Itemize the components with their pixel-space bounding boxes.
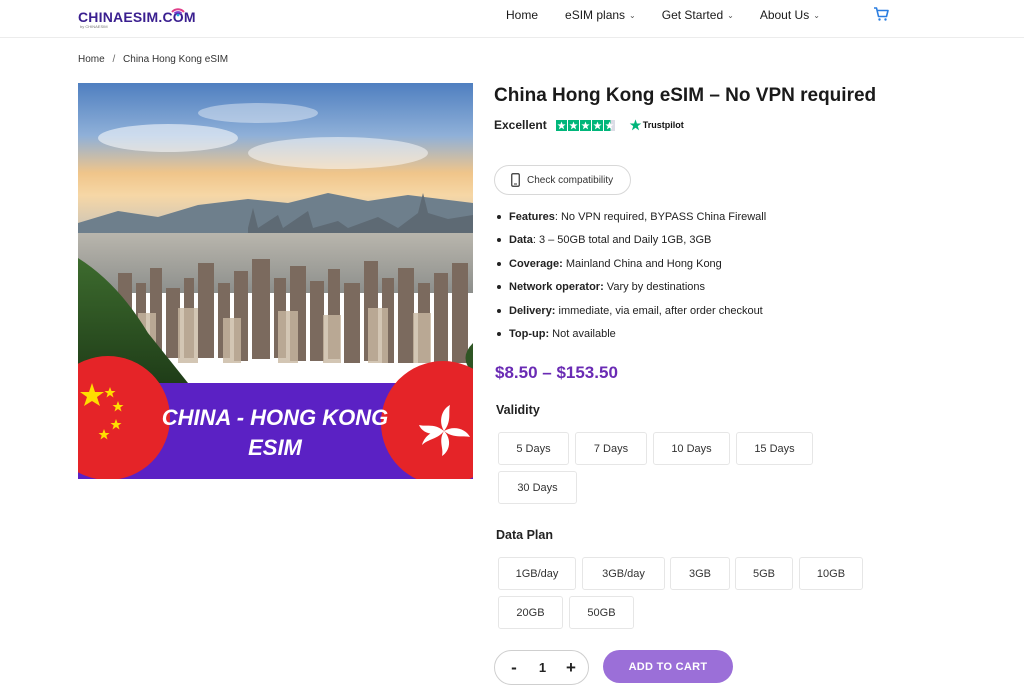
breadcrumb-separator: / <box>112 54 116 65</box>
nav-about-us[interactable]: About Us ⌄ <box>760 8 820 22</box>
cart-icon[interactable] <box>873 6 890 22</box>
breadcrumb: Home / China Hong Kong eSIM <box>78 54 228 65</box>
check-compatibility-button[interactable]: Check compatibility <box>494 165 631 195</box>
feature-value: immediate, via email, after order checko… <box>555 304 763 317</box>
trustpilot-logo: Trustpilot <box>629 119 684 131</box>
list-item: Features: No VPN required, BYPASS China … <box>496 209 876 232</box>
site-header: CHINAESIM.COM by CHINAESIM Home eSIM pla… <box>0 0 1024 38</box>
banner-line-1: CHINA - HONG KONG <box>162 405 389 430</box>
feature-value: Not available <box>549 327 616 340</box>
nav-esim-plans-label: eSIM plans <box>565 8 626 22</box>
nav-get-started[interactable]: Get Started ⌄ <box>662 8 734 22</box>
data-plan-label: Data Plan <box>496 528 553 542</box>
data-plan-option-20gb[interactable]: 20GB <box>498 596 563 629</box>
data-plan-option-5gb[interactable]: 5GB <box>735 557 793 590</box>
quantity-stepper: - 1 + <box>494 650 589 685</box>
list-item: Network operator: Vary by destinations <box>496 279 876 302</box>
data-plan-option-3gb[interactable]: 3GB <box>670 557 730 590</box>
validity-option-7-days[interactable]: 7 Days <box>575 432 647 465</box>
quantity-input[interactable]: 1 <box>539 660 546 675</box>
feature-key: Top-up: <box>509 327 550 340</box>
rating-word: Excellent <box>494 118 547 132</box>
nav-esim-plans[interactable]: eSIM plans ⌄ <box>565 8 636 22</box>
list-item: Data: 3 – 50GB total and Daily 1GB, 3GB <box>496 232 876 255</box>
main-nav: Home eSIM plans ⌄ Get Started ⌄ About Us… <box>506 8 820 22</box>
phone-icon <box>511 173 520 187</box>
validity-option-5-days[interactable]: 5 Days <box>498 432 569 465</box>
star-icon <box>579 119 591 131</box>
list-item: Coverage: Mainland China and Hong Kong <box>496 256 876 279</box>
product-image[interactable]: CHINA - HONG KONG ESIM <box>78 83 473 479</box>
logo-subtext: by CHINAESIM <box>80 24 108 29</box>
check-compatibility-label: Check compatibility <box>527 174 614 186</box>
banner-line-2: ESIM <box>248 435 302 460</box>
data-plan-option-10gb[interactable]: 10GB <box>799 557 863 590</box>
wifi-icon <box>171 8 185 17</box>
data-plan-option-3gb-day[interactable]: 3GB/day <box>582 557 665 590</box>
feature-key: Coverage: <box>509 257 563 270</box>
rating-stars <box>555 119 615 131</box>
chevron-down-icon: ⌄ <box>629 10 636 20</box>
feature-value: : 3 – 50GB total and Daily 1GB, 3GB <box>532 234 712 247</box>
quantity-increase-button[interactable]: + <box>564 659 578 676</box>
feature-list: Features: No VPN required, BYPASS China … <box>496 209 876 349</box>
trustpilot-star-icon <box>629 119 641 131</box>
data-plan-option-50gb[interactable]: 50GB <box>569 596 634 629</box>
site-logo[interactable]: CHINAESIM.COM by CHINAESIM <box>78 3 196 31</box>
nav-home[interactable]: Home <box>506 8 538 22</box>
nav-get-started-label: Get Started <box>661 8 724 22</box>
feature-key: Network operator: <box>509 281 604 294</box>
quantity-decrease-button[interactable]: - <box>507 659 521 676</box>
breadcrumb-home[interactable]: Home <box>78 54 105 65</box>
validity-option-10-days[interactable]: 10 Days <box>653 432 730 465</box>
validity-label: Validity <box>496 403 540 417</box>
list-item: Top-up: Not available <box>496 326 876 349</box>
chevron-down-icon: ⌄ <box>813 10 820 20</box>
data-plan-option-1gb-day[interactable]: 1GB/day <box>498 557 576 590</box>
feature-value: Mainland China and Hong Kong <box>562 257 722 270</box>
feature-key: Features <box>509 211 555 223</box>
feature-key: Delivery: <box>509 304 556 317</box>
chevron-down-icon: ⌄ <box>727 10 734 20</box>
nav-about-us-label: About Us <box>759 8 810 22</box>
price-range: $8.50 – $153.50 <box>495 363 618 382</box>
star-icon <box>555 119 567 131</box>
product-title: China Hong Kong eSIM – No VPN required <box>494 85 877 106</box>
hong-kong-skyline-illustration: CHINA - HONG KONG ESIM <box>78 83 473 479</box>
add-to-cart-button[interactable]: ADD TO CART <box>603 650 733 683</box>
star-icon <box>591 119 603 131</box>
validity-option-15-days[interactable]: 15 Days <box>736 432 813 465</box>
list-item: Delivery: immediate, via email, after or… <box>496 303 876 326</box>
feature-value: Vary by destinations <box>603 281 706 294</box>
nav-home-label: Home <box>506 8 539 22</box>
trustpilot-rating[interactable]: Excellent Trustpilot <box>494 118 684 132</box>
trustpilot-label: Trustpilot <box>642 120 684 130</box>
star-icon <box>567 119 579 131</box>
validity-option-30-days[interactable]: 30 Days <box>498 471 577 504</box>
breadcrumb-current: China Hong Kong eSIM <box>123 54 229 65</box>
half-star-icon <box>603 119 615 131</box>
feature-value: : No VPN required, BYPASS China Firewall <box>554 211 767 223</box>
feature-key: Data <box>509 234 533 247</box>
